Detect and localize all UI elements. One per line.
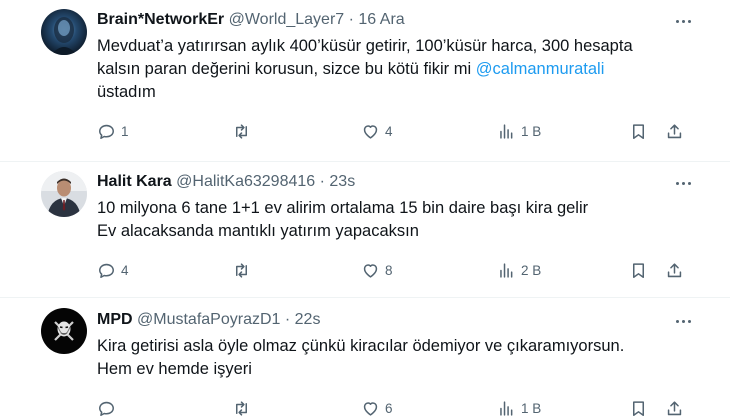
share-icon — [667, 400, 682, 415]
timestamp[interactable]: 22s — [295, 311, 321, 328]
like-count: 6 — [385, 400, 393, 416]
like-count: 8 — [385, 262, 393, 278]
view-count: 1 B — [521, 400, 542, 416]
reply-icon — [99, 401, 114, 416]
avatar-image — [41, 308, 87, 354]
bookmark-button[interactable] — [629, 120, 648, 142]
separator-dot: · — [319, 173, 325, 190]
reply-icon — [99, 124, 114, 139]
display-name[interactable]: Brain*NetworkEr — [97, 11, 224, 28]
view-count: 1 B — [521, 123, 542, 139]
tweet-text-line: 10 milyona 6 tane 1+1 ev alirim ortalama… — [97, 199, 589, 217]
avatar-image — [41, 171, 87, 217]
tweet-header: Brain*NetworkEr @World_Layer7 · 16 Ara — [97, 10, 405, 30]
retweet-button[interactable] — [232, 397, 256, 419]
share-icon — [667, 123, 682, 138]
retweet-button[interactable] — [232, 259, 256, 281]
avatar[interactable] — [41, 308, 87, 354]
more-icon — [675, 319, 679, 323]
display-name[interactable]: MPD — [97, 311, 133, 328]
timestamp[interactable]: 16 Ara — [358, 11, 404, 28]
user-handle[interactable]: @HalitKa63298416 — [176, 173, 315, 190]
tweet-divider — [0, 297, 730, 298]
more-options-button[interactable] — [672, 311, 694, 331]
more-icon — [675, 181, 679, 185]
reply-button[interactable]: 1 — [97, 120, 129, 142]
separator-dot: · — [348, 11, 354, 28]
like-count: 4 — [385, 123, 393, 139]
views-button[interactable]: 2 B — [497, 259, 541, 281]
more-icon — [675, 19, 679, 23]
share-button[interactable] — [665, 259, 684, 281]
views-button[interactable]: 1 B — [497, 397, 541, 419]
retweet-icon — [235, 400, 248, 416]
separator-dot: · — [284, 311, 291, 328]
reply-count: 1 — [121, 123, 129, 139]
reply-button[interactable]: 4 — [97, 259, 129, 281]
share-button[interactable] — [665, 397, 684, 419]
tweet-text-line: Hem ev hemde işyeri — [97, 360, 252, 378]
tweet-text: 10 milyona 6 tane 1+1 ev alirim ortalama… — [97, 197, 677, 243]
more-options-button[interactable] — [672, 11, 694, 31]
avatar[interactable] — [41, 171, 87, 217]
heart-icon — [363, 124, 378, 139]
share-icon — [667, 262, 682, 277]
retweet-button[interactable] — [232, 120, 256, 142]
bookmark-button[interactable] — [629, 397, 648, 419]
reply-icon — [99, 263, 114, 278]
tweet-divider — [0, 161, 730, 162]
heart-icon — [363, 263, 378, 278]
views-icon — [500, 123, 513, 139]
like-button[interactable]: 8 — [361, 259, 393, 281]
view-count: 2 B — [521, 262, 542, 278]
tweet-text-line: kalsın paran değerini korusun, sizce bu … — [97, 58, 677, 81]
timestamp[interactable]: 23s — [329, 173, 355, 190]
retweet-icon — [235, 262, 248, 278]
action-bar: 4 8 2 B — [97, 259, 697, 281]
tweet-text-segment: kalsın paran değerini korusun, sizce bu … — [97, 60, 476, 78]
tweet-text-line: üstadım — [97, 83, 156, 101]
display-name[interactable]: Halit Kara — [97, 173, 172, 190]
reply-button[interactable] — [97, 397, 121, 419]
tweet-text-line: Mevduat’a yatırırsan aylık 400’küsür get… — [97, 37, 633, 55]
share-button[interactable] — [665, 120, 684, 142]
action-bar: 1 4 1 B — [97, 120, 697, 142]
views-icon — [500, 262, 513, 278]
like-button[interactable]: 6 — [361, 397, 393, 419]
tweet-text-line: Ev alacaksanda mantıklı yatırım yapacaks… — [97, 222, 419, 240]
user-handle[interactable]: @World_Layer7 — [229, 11, 345, 28]
like-button[interactable]: 4 — [361, 120, 393, 142]
retweet-icon — [235, 123, 248, 139]
tweet-header: Halit Kara @HalitKa63298416 · 23s — [97, 172, 355, 192]
tweet-text: Kira getirisi asla öyle olmaz çünkü kira… — [97, 335, 677, 381]
action-bar: 6 1 B — [97, 397, 697, 419]
tweet-text-line: Kira getirisi asla öyle olmaz çünkü kira… — [97, 337, 625, 355]
more-options-button[interactable] — [672, 173, 694, 193]
avatar-image — [41, 9, 87, 55]
user-handle[interactable]: @MustafaPoyrazD1 — [137, 311, 280, 328]
bookmark-icon — [632, 400, 645, 416]
bookmark-icon — [632, 262, 645, 278]
tweet-header: MPD @MustafaPoyrazD1 · 22s — [97, 310, 320, 330]
mention-link[interactable]: @calmanmuratali — [476, 60, 605, 78]
avatar[interactable] — [41, 9, 87, 55]
bookmark-button[interactable] — [629, 259, 648, 281]
bookmark-icon — [632, 123, 645, 139]
heart-icon — [363, 401, 378, 416]
reply-count: 4 — [121, 262, 129, 278]
views-button[interactable]: 1 B — [497, 120, 541, 142]
tweet-text: Mevduat’a yatırırsan aylık 400’küsür get… — [97, 35, 677, 104]
views-icon — [500, 400, 513, 416]
